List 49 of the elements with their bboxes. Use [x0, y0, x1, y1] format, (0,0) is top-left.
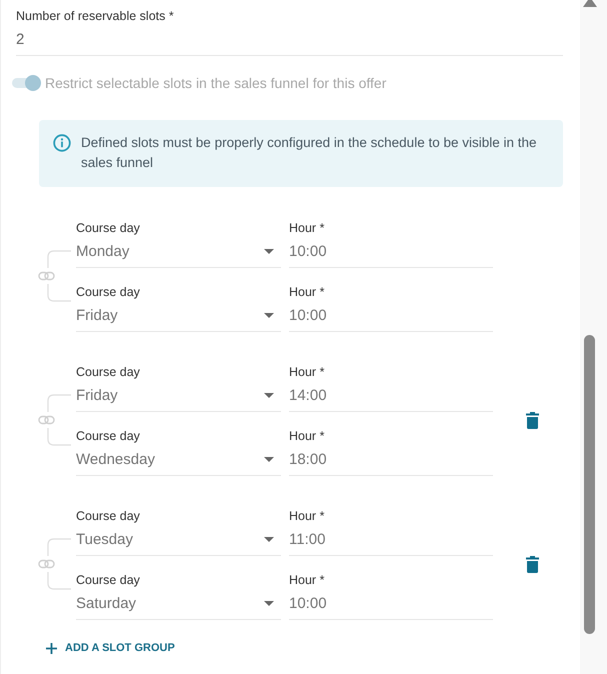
field-label: Course day [76, 428, 141, 444]
caret-icon [264, 537, 274, 542]
day-select[interactable]: Tuesday [76, 524, 281, 556]
caret-icon [264, 313, 274, 318]
caret-icon [264, 601, 274, 606]
link-icon [38, 272, 55, 280]
group-bracket [47, 394, 72, 446]
delete-button[interactable] [526, 412, 539, 428]
hour-input[interactable]: 18:00 [289, 444, 493, 476]
hour-input[interactable]: 11:00 [289, 524, 493, 556]
add-slot-group-button[interactable]: ADD A SLOT GROUP [42, 636, 179, 660]
info-icon [53, 134, 71, 152]
field-label: Course day [76, 284, 141, 300]
hour-input[interactable]: 10:00 [289, 300, 493, 332]
field-label: Course day [76, 364, 141, 380]
field-label: Hour * [289, 220, 326, 236]
field-label: Number of reservable slots * [16, 8, 175, 24]
hour-input[interactable]: 10:00 [289, 236, 493, 268]
hour-input[interactable]: 10:00 [289, 588, 493, 620]
day-select[interactable]: Friday [76, 300, 281, 332]
caret-icon [264, 393, 274, 398]
hour-input[interactable]: 14:00 [289, 380, 493, 412]
day-select[interactable]: Saturday [76, 588, 281, 620]
caret-icon [264, 457, 274, 462]
group-bracket [47, 538, 72, 590]
delete-button[interactable] [526, 556, 539, 572]
trash-icon [526, 556, 539, 572]
field-label: Hour * [289, 284, 326, 300]
field-label: Hour * [289, 508, 326, 524]
group-bracket [47, 250, 72, 302]
trash-icon [526, 412, 539, 428]
field-label: Course day [76, 508, 141, 524]
link-icon [38, 560, 55, 568]
field-label: Hour * [289, 428, 326, 444]
number-input[interactable]: 2 [16, 24, 563, 56]
day-select[interactable]: Monday [76, 236, 281, 268]
field-label: Course day [76, 220, 141, 236]
scroll-up-arrow[interactable] [583, 0, 597, 7]
toggle-label: Restrict selectable slots in the sales funnel for this offer [45, 75, 386, 91]
plus-icon [46, 642, 57, 654]
field-label: Hour * [289, 572, 326, 588]
day-select[interactable]: Friday [76, 380, 281, 412]
field-label: Course day [76, 572, 141, 588]
link-icon [38, 416, 55, 424]
scrollbar-thumb[interactable] [584, 335, 595, 634]
field-label: Hour * [289, 364, 326, 380]
caret-icon [264, 249, 274, 254]
day-select[interactable]: Wednesday [76, 444, 281, 476]
info-text: Defined slots must be properly configured in the schedule to be visible in the sales funnel [81, 134, 538, 172]
